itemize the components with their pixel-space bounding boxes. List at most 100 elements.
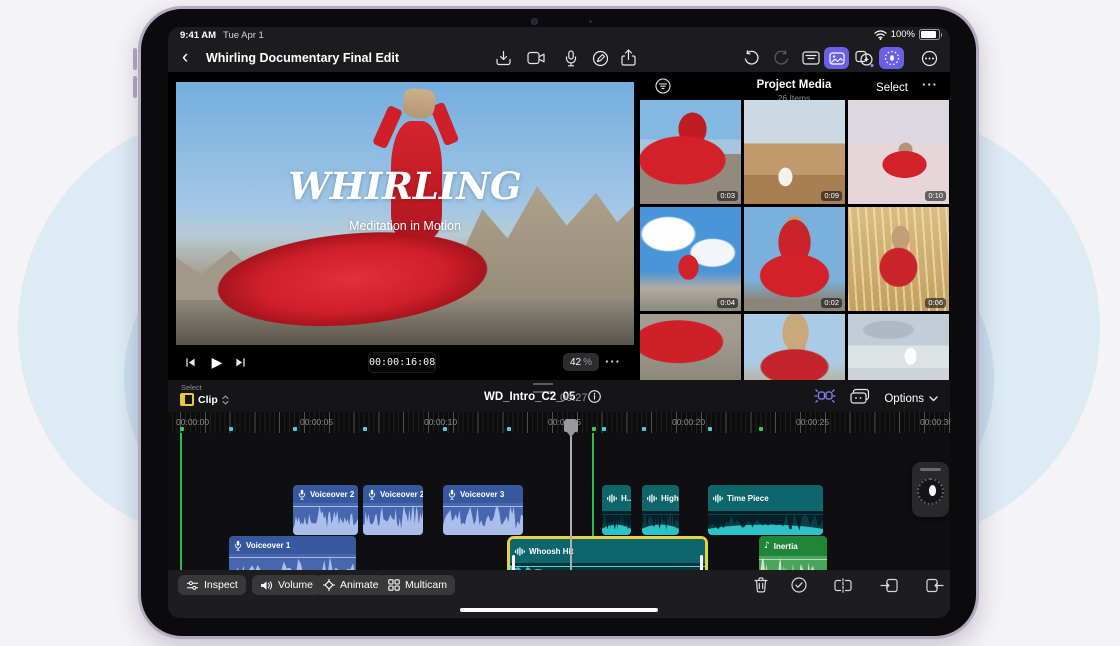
jog-wheel-toggle-button[interactable] (879, 47, 904, 69)
clip-name: Inertia (774, 542, 798, 551)
multicam-button[interactable]: Multicam (380, 575, 455, 595)
volume-up-button (133, 48, 137, 70)
split-clip-icon (834, 578, 852, 593)
connect-clips-icon (814, 388, 836, 404)
animate-button[interactable]: Animate (315, 575, 387, 595)
crossfade-overlay (642, 511, 679, 535)
playhead-line[interactable] (570, 420, 572, 570)
media-thumbnail[interactable] (744, 314, 845, 380)
ruler-timecode-label: 00:00:10 (424, 417, 457, 427)
timeline-ruler[interactable]: 00:00:0000:00:0500:00:1000:00:1500:00:20… (168, 412, 950, 434)
undo-button[interactable] (739, 47, 763, 69)
picture-in-picture-button[interactable] (850, 388, 870, 409)
record-video-button[interactable] (524, 47, 548, 69)
clip-waveform (229, 554, 356, 570)
titles-button[interactable] (799, 47, 823, 69)
connect-clips-button[interactable] (814, 388, 836, 409)
wave-icon (515, 547, 525, 556)
jog-pointer (929, 485, 936, 496)
jog-wheel-widget[interactable] (912, 462, 949, 517)
media-thumbnail[interactable]: 0:10 (848, 100, 949, 204)
split-clip-button[interactable] (833, 576, 853, 594)
media-browser-button[interactable] (824, 47, 849, 69)
clip-duration-badge: 0:09 (821, 191, 842, 201)
media-thumbnail[interactable]: 0:04 (640, 207, 741, 311)
timecode-display[interactable]: 00:00:16:08 (368, 352, 436, 373)
timeline-clip-whoosh-hit[interactable]: Whoosh Hit (507, 536, 708, 570)
camera-icon (527, 51, 546, 65)
redo-button[interactable] (769, 47, 793, 69)
share-button[interactable] (616, 47, 640, 69)
clip-label: H... (602, 485, 631, 511)
media-more-button[interactable]: ··· (922, 80, 938, 90)
record-voiceover-button[interactable] (559, 47, 583, 69)
clip-tool-selector[interactable]: Clip (180, 393, 229, 406)
toolbar-divider (243, 577, 244, 593)
media-thumbnail[interactable]: 0:06 (848, 207, 949, 311)
timeline-clip-voiceover-3[interactable]: Voiceover 3 (443, 485, 523, 535)
timeline-clip-voiceover-2[interactable]: Voiceover 2 (363, 485, 423, 535)
effects-badge (870, 63, 873, 66)
jog-drag-handle[interactable] (920, 468, 941, 471)
media-thumbnail[interactable]: 0:02 (744, 207, 845, 311)
select-button[interactable]: Select (876, 82, 908, 94)
trim-handle-right[interactable] (700, 555, 703, 571)
green-clip-marker (180, 427, 184, 431)
cyan-clip-marker (443, 427, 447, 431)
volume-button[interactable]: Volume (252, 575, 321, 595)
clip-waveform (708, 511, 823, 535)
delete-button[interactable] (751, 576, 771, 594)
mic-icon (448, 489, 456, 500)
overwrite-clip-button[interactable] (925, 576, 945, 594)
wave-icon (713, 494, 723, 503)
media-thumbnail[interactable] (848, 314, 949, 380)
timeline-tracks: Voiceover 2 Voiceover 2 Voiceover 3 H... Hig… (168, 433, 950, 570)
play-button[interactable]: ▶ (206, 351, 228, 373)
button-label: Volume (278, 579, 313, 591)
clip-name: Voiceover 2 (380, 490, 423, 499)
viewer-more-button[interactable]: ··· (602, 351, 624, 373)
media-thumbnail[interactable] (640, 314, 741, 380)
clip-info-button[interactable] (588, 390, 601, 408)
timeline-clip-inertia[interactable]: ♪Inertia (759, 536, 827, 570)
video-title-overlay: WHIRLING (176, 164, 634, 208)
project-title[interactable]: Whirling Documentary Final Edit (206, 51, 399, 65)
timeline-clip-h[interactable]: H... (602, 485, 631, 535)
timeline-clip-time-piece[interactable]: Time Piece (708, 485, 823, 535)
timeline-clip-voiceover-2[interactable]: Voiceover 2 (293, 485, 358, 535)
cyan-clip-marker (293, 427, 297, 431)
enable-clip-button[interactable] (789, 576, 809, 594)
jog-wheel-icon (884, 50, 900, 66)
next-frame-button[interactable] (229, 351, 251, 373)
animate-icon (323, 579, 335, 591)
inspect-button[interactable]: Inspect (178, 575, 246, 595)
timeline-clip-voiceover-1[interactable]: Voiceover 1 (229, 536, 356, 570)
options-button[interactable]: Options (884, 393, 938, 405)
video-preview[interactable]: WHIRLING Meditation in Motion (176, 82, 634, 345)
zoom-level-control[interactable]: 42 % (563, 353, 599, 371)
import-button[interactable] (491, 47, 515, 69)
draw-button[interactable] (588, 47, 612, 69)
zoom-unit: % (583, 357, 592, 368)
more-button[interactable] (917, 47, 941, 69)
timeline-clip-high[interactable]: High... (642, 485, 679, 535)
playhead-handle[interactable] (564, 419, 578, 432)
media-thumbnail[interactable]: 0:09 (744, 100, 845, 204)
button-label: Multicam (405, 579, 447, 591)
previous-frame-button[interactable] (179, 351, 201, 373)
viewer-pane: WHIRLING Meditation in Motion ▶ 00:00:16… (168, 72, 635, 380)
button-label: Inspect (204, 579, 238, 591)
back-button[interactable]: ‹ (182, 45, 188, 71)
select-mode-label: Select (181, 383, 202, 392)
dancer-hat (401, 87, 436, 119)
effects-button[interactable] (852, 47, 876, 69)
home-indicator[interactable] (460, 608, 658, 612)
trim-handle-left[interactable] (512, 555, 515, 571)
insert-clip-button[interactable] (879, 576, 899, 594)
media-thumbnail[interactable]: 0:03 (640, 100, 741, 204)
clip-waveform (443, 503, 523, 535)
more-circle-icon (921, 50, 938, 67)
cyan-clip-marker (708, 427, 712, 431)
jog-dial[interactable] (917, 478, 944, 505)
clip-label: Voiceover 2 (293, 485, 358, 503)
